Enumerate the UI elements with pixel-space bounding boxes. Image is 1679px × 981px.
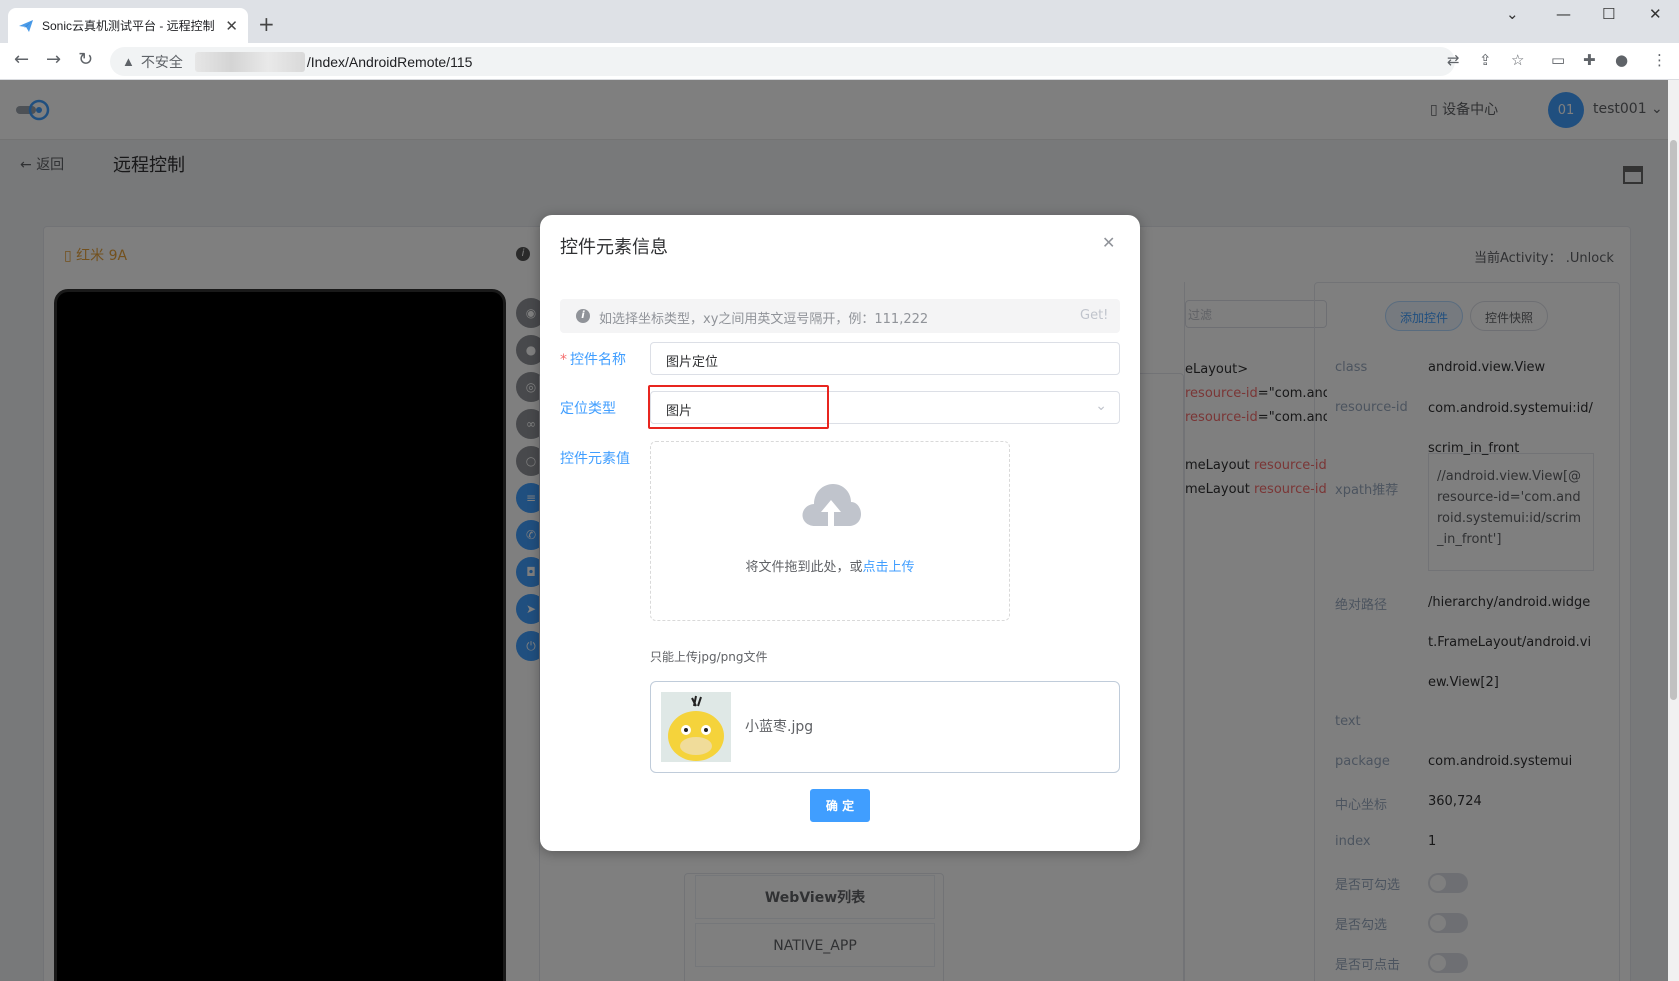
- cast-icon[interactable]: ▭: [1551, 51, 1565, 69]
- share-icon[interactable]: ⇪: [1479, 51, 1492, 69]
- value-label: 控件元素值: [560, 451, 630, 467]
- confirm-button[interactable]: 确 定: [810, 789, 870, 822]
- close-tab-icon[interactable]: ✕: [225, 17, 238, 35]
- browser-tab[interactable]: Sonic云真机测试平台 - 远程控制 ✕: [8, 8, 248, 43]
- required-asterisk: *: [560, 352, 567, 368]
- bookmark-star-icon[interactable]: ☆: [1511, 51, 1524, 69]
- page-scrollbar[interactable]: [1668, 80, 1679, 981]
- browser-toolbar: ← → ↻ ▲ 不安全 /Index/AndroidRemote/115 ⇄ ⇪…: [0, 43, 1679, 80]
- upload-text: 将文件拖到此处，或点击上传: [651, 556, 1009, 575]
- paper-plane-icon: [19, 19, 33, 32]
- alert-text: 如选择坐标类型，xy之间用英文逗号隔开，例：111,222: [599, 312, 929, 327]
- click-upload-link[interactable]: 点击上传: [863, 560, 915, 575]
- locate-type-value: 图片: [666, 404, 693, 419]
- menu-icon[interactable]: ⋮: [1652, 51, 1667, 69]
- close-icon[interactable]: ✕: [1102, 233, 1115, 252]
- reload-icon[interactable]: ↻: [78, 49, 93, 70]
- locate-type-select[interactable]: 图片 ⌄: [650, 391, 1120, 424]
- upload-tip: 只能上传jpg/png文件: [650, 650, 768, 664]
- uploaded-file-card: 小蓝枣.jpg: [650, 681, 1120, 773]
- window-close-icon[interactable]: ✕: [1649, 5, 1662, 23]
- upload-dropzone[interactable]: 将文件拖到此处，或点击上传: [650, 441, 1010, 621]
- file-name: 小蓝枣.jpg: [745, 719, 814, 735]
- upload-cloud-icon: [802, 484, 861, 526]
- file-thumbnail: [661, 692, 731, 762]
- redacted-host: [194, 51, 305, 72]
- name-label-text: 控件名称: [570, 352, 626, 368]
- profile-icon[interactable]: ●: [1615, 51, 1628, 69]
- info-icon: i: [576, 309, 590, 323]
- chevron-down-icon: ⌄: [1095, 398, 1107, 414]
- url-path: /Index/AndroidRemote/115: [306, 53, 473, 70]
- tab-search-icon[interactable]: ⌄: [1506, 5, 1519, 23]
- scrollbar-thumb[interactable]: [1670, 140, 1677, 700]
- address-bar[interactable]: ▲ 不安全 /Index/AndroidRemote/115: [110, 47, 1455, 76]
- back-icon[interactable]: ←: [14, 49, 29, 70]
- new-tab-icon[interactable]: +: [258, 12, 275, 36]
- insecure-label: 不安全: [140, 53, 183, 70]
- dialog-title: 控件元素信息: [560, 237, 668, 258]
- translate-icon[interactable]: ⇄: [1447, 51, 1460, 69]
- control-name-input[interactable]: 图片定位: [650, 342, 1120, 375]
- tab-title: Sonic云真机测试平台 - 远程控制: [42, 19, 215, 33]
- info-alert: i 如选择坐标类型，xy之间用英文逗号隔开，例：111,222 Get!: [560, 299, 1120, 333]
- forward-icon[interactable]: →: [46, 49, 61, 70]
- browser-tabbar: Sonic云真机测试平台 - 远程控制 ✕ + ⌄ — ☐ ✕: [0, 0, 1679, 43]
- warning-icon: ▲: [122, 54, 135, 69]
- name-label: * 控件名称: [560, 349, 626, 369]
- element-info-dialog: 控件元素信息 ✕ i 如选择坐标类型，xy之间用英文逗号隔开，例：111,222…: [540, 215, 1140, 851]
- extensions-icon[interactable]: ✚: [1583, 51, 1596, 69]
- get-button[interactable]: Get!: [1080, 308, 1108, 323]
- maximize-icon[interactable]: ☐: [1602, 5, 1615, 23]
- upload-hint: 将文件拖到此处，或: [745, 560, 863, 575]
- minimize-icon[interactable]: —: [1556, 5, 1571, 23]
- type-label: 定位类型: [560, 401, 616, 417]
